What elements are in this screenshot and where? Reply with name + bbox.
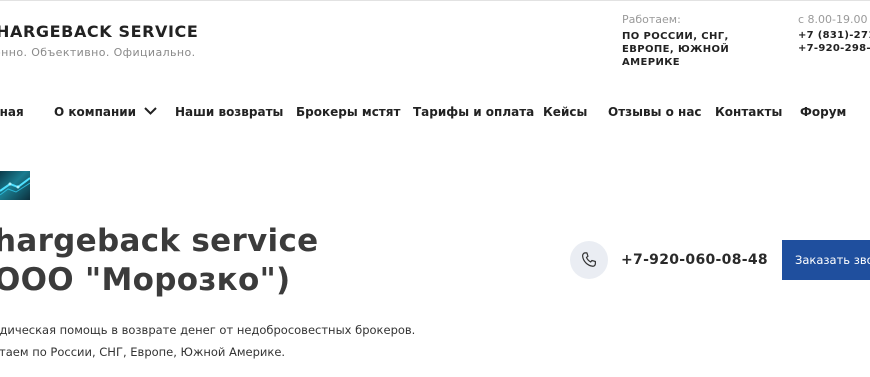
nav-item-forum[interactable]: Форум: [800, 102, 846, 122]
header-phone-2[interactable]: +7-920-298-9: [798, 43, 870, 54]
brand-title[interactable]: HARGEBACK SERVICE: [0, 22, 198, 41]
work-regions: ПО РОССИИ, СНГ, ЕВРОПЕ, ЮЖНОЙ АМЕРИКЕ: [622, 31, 730, 68]
main-nav: вная О компании Наши возвраты Брокеры мс…: [0, 102, 870, 122]
hero-title-line-1: hargeback service: [0, 223, 319, 259]
phone-icon-circle[interactable]: [570, 241, 608, 279]
hours-label: с 8.00-19.00: [798, 13, 868, 26]
hero-thumbnail-image: [0, 171, 30, 200]
nav-item-pricing[interactable]: Тарифы и оплата: [413, 102, 534, 122]
hero-phone-number[interactable]: +7-920-060-08-48: [621, 252, 768, 268]
work-label: Работаем:: [622, 13, 681, 26]
nav-item-brokers-revenge[interactable]: Брокеры мстят: [296, 102, 400, 122]
chevron-down-icon[interactable]: [144, 101, 157, 121]
hero-description-1: идическая помощь в возврате денег от нед…: [0, 323, 416, 337]
phone-icon: [582, 252, 596, 267]
hero-title: hargeback service ООО "Морозко"): [0, 222, 319, 300]
nav-item-our-returns[interactable]: Наши возвраты: [175, 102, 283, 122]
header-phone-1[interactable]: +7 (831)-271-9: [798, 30, 870, 41]
nav-item-reviews[interactable]: Отзывы о нас: [608, 102, 702, 122]
hero-title-line-2: ООО "Морозко"): [0, 262, 291, 298]
nav-item-about[interactable]: О компании: [54, 102, 157, 122]
top-divider: [0, 0, 870, 1]
nav-item-home[interactable]: вная: [0, 102, 24, 122]
brand-tagline: онно. Объективно. Официально.: [0, 46, 196, 59]
nav-item-about-label: О компании: [54, 105, 137, 119]
nav-item-cases[interactable]: Кейсы: [543, 102, 587, 122]
nav-item-contacts[interactable]: Контакты: [715, 102, 782, 122]
hero-description-2: отаем по России, СНГ, Европе, Южной Амер…: [0, 345, 286, 359]
order-call-button[interactable]: Заказать звонок: [782, 240, 870, 280]
